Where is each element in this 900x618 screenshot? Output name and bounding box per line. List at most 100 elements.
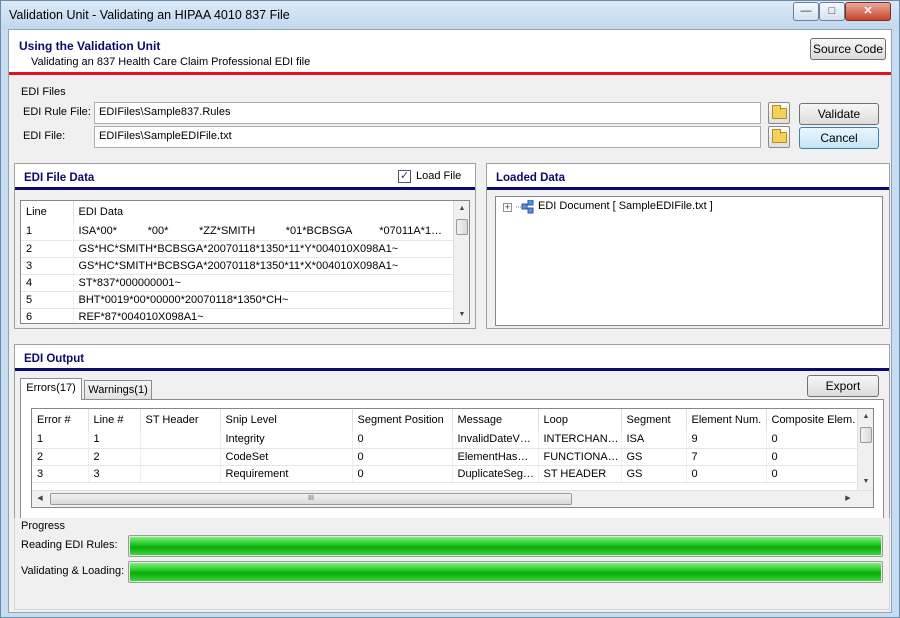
loaded-data-title: Loaded Data	[496, 172, 566, 184]
cell: DuplicateSeg…	[452, 465, 539, 483]
edi-files-group-label: EDI Files	[21, 86, 66, 98]
cell: FUNCTIONA…	[538, 448, 622, 466]
application-window: Validation Unit - Validating an HIPAA 40…	[0, 0, 900, 618]
cell	[140, 465, 221, 483]
tab-errors[interactable]: Errors(17)	[20, 378, 82, 400]
cell: 0	[766, 431, 859, 449]
grid-header-row: Error # Line # ST Header Snip Level Segm…	[32, 409, 859, 431]
cell: 9	[686, 431, 767, 449]
cell: 3	[32, 465, 89, 483]
cell-line: 4	[21, 274, 74, 292]
validating-loading-label: Validating & Loading:	[21, 565, 125, 577]
tree-root-label[interactable]: EDI Document [ SampleEDIFile.txt ]	[538, 200, 713, 212]
load-file-label: Load File	[416, 170, 462, 182]
header-title: Using the Validation Unit	[19, 39, 161, 53]
scroll-down-icon[interactable]: ▼	[858, 474, 873, 490]
rule-file-input[interactable]: EDIFiles\Sample837.Rules	[94, 102, 761, 124]
cell: 1	[32, 431, 89, 449]
validating-loading-progress-bar	[128, 561, 883, 583]
reading-rules-progress-bar	[128, 535, 883, 557]
scroll-thumb[interactable]	[860, 427, 872, 443]
scroll-up-icon[interactable]: ▲	[454, 201, 469, 217]
scroll-left-icon[interactable]: ◀	[32, 491, 48, 507]
table-row[interactable]: 1 ISA*00* *00* *ZZ*SMITH *01*BCBSGA *0701…	[21, 223, 454, 241]
column-header[interactable]: Snip Level	[220, 409, 353, 431]
checkmark-icon: ✓	[399, 170, 410, 182]
maximize-button[interactable]: □	[819, 2, 845, 21]
table-row[interactable]: 5 BHT*0019*00*00000*20070118*1350*CH~	[21, 291, 454, 309]
cell: 0	[686, 465, 767, 483]
cell: ST HEADER	[538, 465, 622, 483]
table-row[interactable]: 3 GS*HC*SMITH*BCBSGA*20070118*1350*11*X*0…	[21, 257, 454, 275]
errors-vertical-scrollbar[interactable]: ▲ ▼	[857, 409, 873, 490]
edi-data-vertical-scrollbar[interactable]: ▲ ▼	[453, 201, 469, 323]
cell: 2	[32, 448, 89, 466]
cell: 7	[686, 448, 767, 466]
rule-file-label: EDI Rule File:	[23, 106, 91, 118]
source-code-button[interactable]: Source Code	[810, 38, 886, 60]
edi-file-data-header: EDI File Data ✓ Load File	[15, 164, 475, 190]
scroll-thumb[interactable]: III	[50, 493, 572, 505]
edi-output-panel: EDI Output Errors(17) Warnings(1) Export…	[14, 344, 890, 524]
folder-icon	[772, 105, 787, 119]
progress-fill	[130, 563, 881, 581]
cell-line: 2	[21, 240, 74, 258]
table-row[interactable]: 4 ST*837*000000001~	[21, 274, 454, 292]
load-file-checkbox[interactable]: ✓	[398, 170, 411, 183]
cell: 2	[88, 448, 141, 466]
column-header[interactable]: EDI Data	[73, 201, 454, 223]
column-header[interactable]: Segment Position	[352, 409, 453, 431]
cell-edi-data: ISA*00* *00* *ZZ*SMITH *01*BCBSGA *07011…	[73, 223, 454, 241]
table-row[interactable]: 1 1 Integrity 0 InvalidDateV… INTERCHAN… ISA 9 0	[32, 431, 859, 449]
edi-file-input[interactable]: EDIFiles\SampleEDIFile.txt	[94, 126, 761, 148]
grid-header-row: Line EDI Data	[21, 201, 454, 223]
header-banner: Using the Validation Unit Validating an …	[9, 30, 891, 75]
table-row[interactable]: 3 3 Requirement 0 DuplicateSeg… ST HEADER GS 0 0	[32, 465, 859, 483]
tab-warnings[interactable]: Warnings(1)	[84, 380, 152, 400]
errors-horizontal-scrollbar[interactable]: ◀ III ▶	[32, 490, 873, 507]
scroll-right-icon[interactable]: ▶	[840, 491, 856, 507]
column-header[interactable]: Composite Elem.	[766, 409, 859, 431]
minimize-button[interactable]: —	[793, 2, 819, 21]
cell: ISA	[621, 431, 687, 449]
table-row[interactable]: 2 2 CodeSet 0 ElementHas… FUNCTIONA… GS 7 0	[32, 448, 859, 466]
column-header[interactable]: Loop	[538, 409, 622, 431]
column-header[interactable]: ST Header	[140, 409, 221, 431]
progress-fill	[130, 537, 881, 555]
cell: 0	[766, 465, 859, 483]
client-area: Using the Validation Unit Validating an …	[8, 29, 892, 613]
tree-node-icon	[516, 200, 534, 214]
cell: ElementHas…	[452, 448, 539, 466]
browse-rule-file-button[interactable]	[768, 102, 790, 124]
validate-button[interactable]: Validate	[799, 103, 879, 125]
export-button[interactable]: Export	[807, 375, 879, 397]
column-header[interactable]: Message	[452, 409, 539, 431]
column-header[interactable]: Line	[21, 201, 74, 223]
scroll-up-icon[interactable]: ▲	[858, 409, 873, 425]
cell: 3	[88, 465, 141, 483]
browse-edi-file-button[interactable]	[768, 126, 790, 148]
scroll-thumb[interactable]	[456, 219, 468, 235]
title-bar[interactable]: Validation Unit - Validating an HIPAA 40…	[1, 1, 899, 29]
edi-file-label: EDI File:	[23, 130, 66, 142]
expand-icon[interactable]: +	[503, 203, 512, 212]
scroll-down-icon[interactable]: ▼	[454, 307, 469, 323]
edi-data-grid[interactable]: Line EDI Data 1 ISA*00* *00* *ZZ*SMITH *0…	[20, 200, 470, 324]
column-header[interactable]: Line #	[88, 409, 141, 431]
cell: 1	[88, 431, 141, 449]
table-row[interactable]: 2 GS*HC*SMITH*BCBSGA*20070118*1350*11*Y*0…	[21, 240, 454, 258]
column-header[interactable]: Error #	[32, 409, 89, 431]
cell: Integrity	[220, 431, 353, 449]
errors-grid[interactable]: Error # Line # ST Header Snip Level Segm…	[31, 408, 874, 508]
loaded-data-tree[interactable]: + EDI Document [ SampleEDIFile.txt ]	[495, 196, 883, 326]
edi-file-data-title: EDI File Data	[24, 172, 95, 184]
errors-tab-page: Error # Line # ST Header Snip Level Segm…	[20, 399, 884, 519]
cell: CodeSet	[220, 448, 353, 466]
table-row[interactable]: 6 REF*87*004010X098A1~	[21, 308, 454, 323]
column-header[interactable]: Element Num.	[686, 409, 767, 431]
close-button[interactable]: ✕	[845, 2, 891, 21]
cancel-button[interactable]: Cancel	[799, 127, 879, 149]
edi-output-title: EDI Output	[24, 353, 85, 365]
column-header[interactable]: Segment	[621, 409, 687, 431]
cell: GS	[621, 448, 687, 466]
